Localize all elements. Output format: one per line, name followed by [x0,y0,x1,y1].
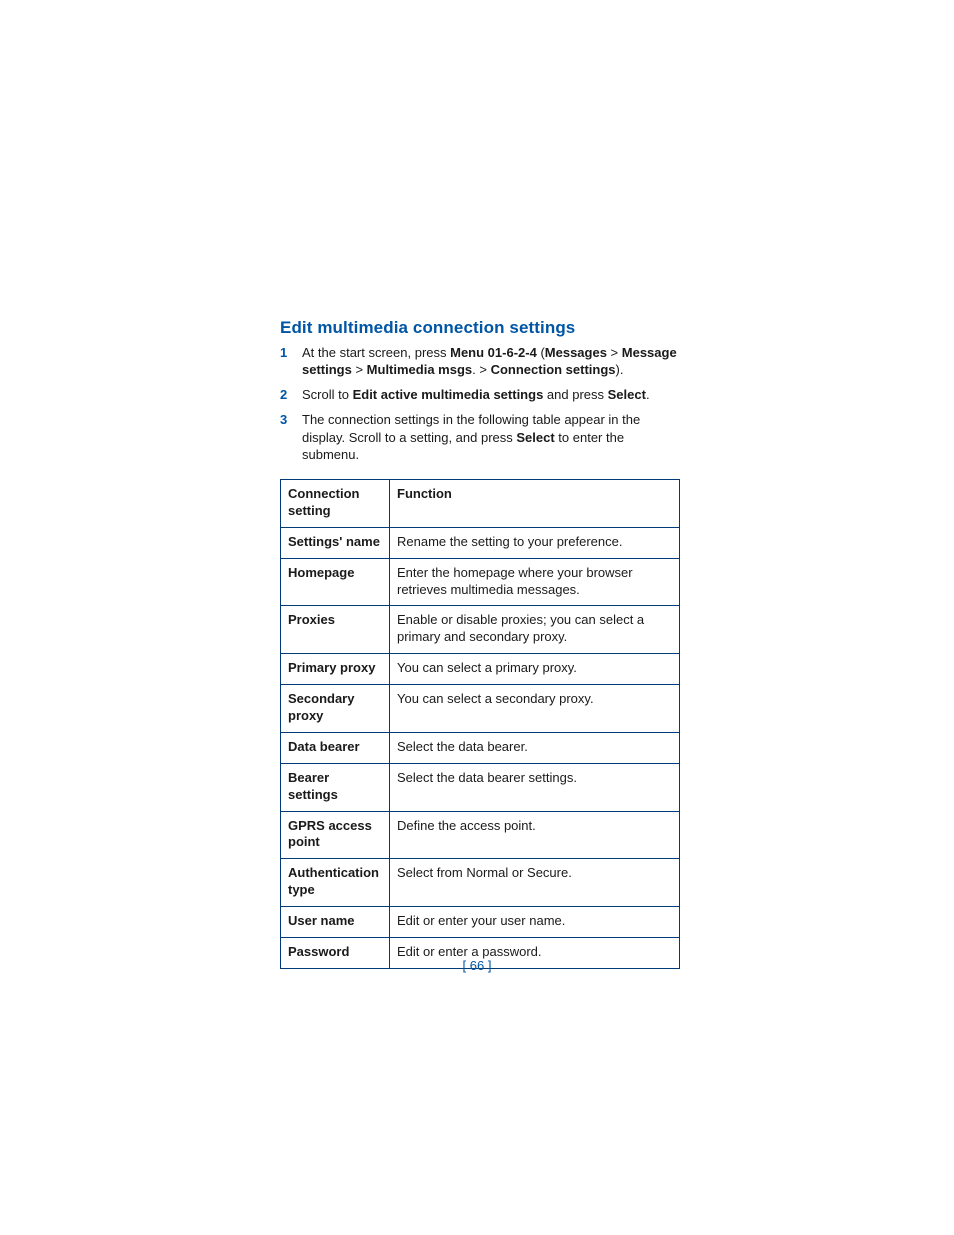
page-number: [ 66 ] [0,958,954,973]
table-header-col1: Connection setting [281,479,390,527]
table-cell-value: You can select a secondary proxy. [390,685,680,733]
table-cell-key: Proxies [281,606,390,654]
table-row: Primary proxyYou can select a primary pr… [281,654,680,685]
table-header-col2: Function [390,479,680,527]
table-cell-key: User name [281,907,390,938]
step-body: Scroll to Edit active multimedia setting… [302,386,682,403]
table-row: ProxiesEnable or disable proxies; you ca… [281,606,680,654]
table-cell-key: Secondary proxy [281,685,390,733]
step-item: 2Scroll to Edit active multimedia settin… [280,386,682,403]
table-row: HomepageEnter the homepage where your br… [281,558,680,606]
steps-list: 1At the start screen, press Menu 01-6-2-… [280,344,682,463]
table-cell-value: Edit or enter your user name. [390,907,680,938]
table-row: Authentication typeSelect from Normal or… [281,859,680,907]
table-cell-value: Enable or disable proxies; you can selec… [390,606,680,654]
step-number: 2 [280,386,302,403]
table-cell-value: Select from Normal or Secure. [390,859,680,907]
connection-settings-table: Connection setting Function Settings' na… [280,479,680,969]
table-row: Data bearerSelect the data bearer. [281,732,680,763]
table-body: Settings' nameRename the setting to your… [281,527,680,968]
table-cell-value: Enter the homepage where your browser re… [390,558,680,606]
table-cell-key: Bearer settings [281,763,390,811]
table-cell-key: Data bearer [281,732,390,763]
step-item: 3The connection settings in the followin… [280,411,682,462]
step-number: 3 [280,411,302,428]
table-cell-value: Select the data bearer. [390,732,680,763]
table-header-row: Connection setting Function [281,479,680,527]
table-cell-value: Rename the setting to your preference. [390,527,680,558]
table-cell-key: GPRS access point [281,811,390,859]
table-cell-key: Settings' name [281,527,390,558]
table-row: Settings' nameRename the setting to your… [281,527,680,558]
section-heading: Edit multimedia connection settings [280,318,682,338]
table-cell-value: Define the access point. [390,811,680,859]
table-cell-key: Authentication type [281,859,390,907]
table-cell-key: Primary proxy [281,654,390,685]
step-item: 1At the start screen, press Menu 01-6-2-… [280,344,682,378]
page-body: Edit multimedia connection settings 1At … [0,0,954,1235]
table-cell-key: Homepage [281,558,390,606]
step-number: 1 [280,344,302,361]
step-body: At the start screen, press Menu 01-6-2-4… [302,344,682,378]
table-row: User nameEdit or enter your user name. [281,907,680,938]
table-row: GPRS access pointDefine the access point… [281,811,680,859]
table-cell-value: You can select a primary proxy. [390,654,680,685]
step-body: The connection settings in the following… [302,411,682,462]
table-row: Bearer settingsSelect the data bearer se… [281,763,680,811]
table-cell-value: Select the data bearer settings. [390,763,680,811]
table-row: Secondary proxyYou can select a secondar… [281,685,680,733]
